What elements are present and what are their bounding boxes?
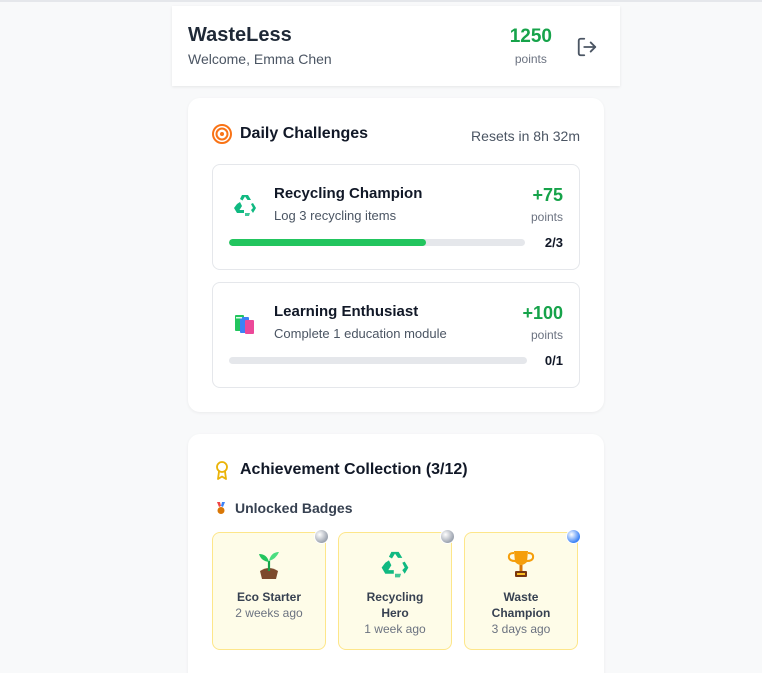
daily-challenges-card: Daily Challenges Resets in 8h 32m Recycl… [188,98,604,412]
unlocked-badges-title: Unlocked Badges [235,500,353,516]
logout-icon[interactable] [576,36,598,58]
challenge-card-recycling[interactable]: Recycling Champion Log 3 recycling items… [212,164,580,270]
trophy-icon [507,551,535,577]
progress-count: 0/1 [544,353,563,368]
seedling-icon [259,552,279,579]
badge-name: Recycling Hero [366,590,424,620]
reward-label: points [530,210,563,224]
badge-tier-dot [566,529,581,544]
books-icon [235,315,254,334]
target-icon [212,124,232,144]
challenge-reward: +75 points [531,185,563,224]
badge-tier-dot [314,529,329,544]
achievement-collection-card: Achievement Collection (3/12) Unlocked B… [188,434,604,673]
progress-fill [229,239,427,246]
badge-time: 3 days ago [491,622,551,636]
badge-name: Eco Starter [236,590,302,604]
progress-count: 2/3 [544,235,563,250]
recycle-icon [381,551,409,578]
app-header: WasteLess Welcome, Emma Chen 1250 points [172,6,620,86]
recycle-icon [234,195,256,216]
badge-card[interactable]: Recycling Hero 1 week ago [338,529,455,650]
badge-tier-dot [440,529,455,544]
badge-card[interactable]: Waste Champion 3 days ago [464,529,581,650]
challenge-description: Log 3 recycling items [274,208,397,223]
points-label: points [514,52,547,66]
progress-bar [229,357,527,364]
unlocked-badges-header: Unlocked Badges [214,500,352,516]
challenge-card-learning[interactable]: Learning Enthusiast Complete 1 education… [212,282,580,388]
challenge-title: Learning Enthusiast [274,303,419,320]
reward-value: +75 [532,185,563,205]
badge-time: 1 week ago [364,622,426,636]
badge-grid: Eco Starter 2 weeks ago Recycling Hero 1… [212,529,581,650]
points-display: 1250 points [510,26,552,66]
progress-bar [229,239,525,246]
challenge-description: Complete 1 education module [274,326,447,341]
daily-challenges-header: Daily Challenges [212,124,368,144]
points-value: 1250 [509,26,552,47]
award-icon [216,461,228,480]
reward-label: points [530,328,563,342]
resets-timer: Resets in 8h 32m [471,128,580,144]
badge-time: 2 weeks ago [235,606,303,620]
daily-challenges-title: Daily Challenges [240,125,369,142]
reward-value: +100 [522,303,563,323]
badge-name: Waste Champion [491,590,551,620]
achievement-header: Achievement Collection (3/12) [212,460,468,480]
medal-icon [217,502,225,514]
achievement-title: Achievement Collection (3/12) [240,461,468,478]
badge-card[interactable]: Eco Starter 2 weeks ago [212,529,329,650]
challenge-reward: +100 points [522,303,563,342]
challenge-title: Recycling Champion [274,185,423,202]
